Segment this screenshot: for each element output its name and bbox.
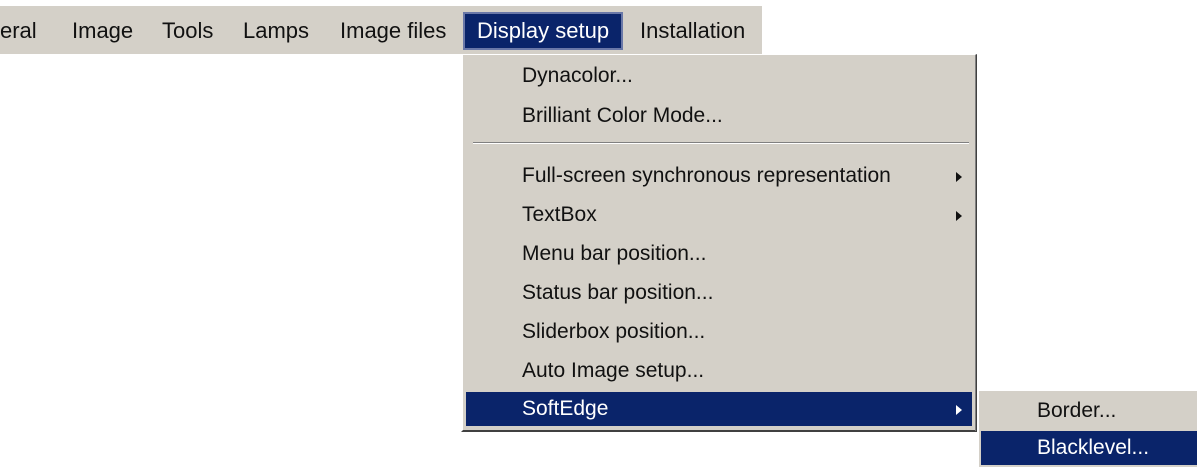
display-setup-dropdown: Dynacolor... Brilliant Color Mode... Ful…: [461, 54, 977, 432]
menu-general[interactable]: eral: [0, 11, 37, 51]
submenu-arrow-icon: [956, 172, 962, 182]
submenu-item-blacklevel[interactable]: Blacklevel...: [981, 431, 1197, 465]
menu-item-label: Full-screen synchronous representation: [522, 164, 891, 187]
menu-item-label: Auto Image setup...: [522, 359, 705, 382]
menu-image-files[interactable]: Image files: [340, 11, 446, 51]
menu-item-label: Border...: [1037, 399, 1117, 422]
softedge-submenu: Border... Blacklevel...: [977, 389, 1197, 467]
menu-item-label: Dynacolor...: [522, 64, 633, 87]
menu-item-label: Status bar position...: [522, 281, 714, 304]
menu-item-label: SoftEdge: [522, 397, 609, 420]
submenu-item-border[interactable]: Border...: [981, 394, 1197, 428]
menu-display-setup[interactable]: Display setup: [463, 12, 624, 50]
menu-item-sliderbox-position[interactable]: Sliderbox position...: [466, 315, 972, 349]
menu-item-label: Brilliant Color Mode...: [522, 104, 723, 127]
menu-item-status-bar-position[interactable]: Status bar position...: [466, 276, 972, 310]
menu-item-label: Sliderbox position...: [522, 320, 706, 343]
menu-image[interactable]: Image: [72, 11, 133, 51]
menu-item-full-screen-sync[interactable]: Full-screen synchronous representation: [466, 159, 972, 193]
menu-item-label: Menu bar position...: [522, 242, 707, 265]
menu-bar: eral Image Tools Lamps Image files Displ…: [0, 6, 762, 54]
menu-item-dynacolor[interactable]: Dynacolor...: [466, 59, 972, 93]
menu-item-textbox[interactable]: TextBox: [466, 198, 972, 232]
submenu-arrow-icon: [956, 405, 962, 415]
menu-item-label: TextBox: [522, 203, 597, 226]
menu-lamps[interactable]: Lamps: [243, 11, 309, 51]
menu-item-auto-image-setup[interactable]: Auto Image setup...: [466, 354, 972, 388]
menu-item-brilliant-color-mode[interactable]: Brilliant Color Mode...: [466, 99, 972, 133]
menu-item-label: Blacklevel...: [1037, 436, 1150, 459]
menu-item-menu-bar-position[interactable]: Menu bar position...: [466, 237, 972, 271]
submenu-arrow-icon: [956, 211, 962, 221]
menu-separator: [473, 142, 969, 144]
menu-item-softedge[interactable]: SoftEdge: [466, 392, 972, 426]
menu-installation[interactable]: Installation: [640, 11, 745, 51]
menu-tools[interactable]: Tools: [162, 11, 213, 51]
